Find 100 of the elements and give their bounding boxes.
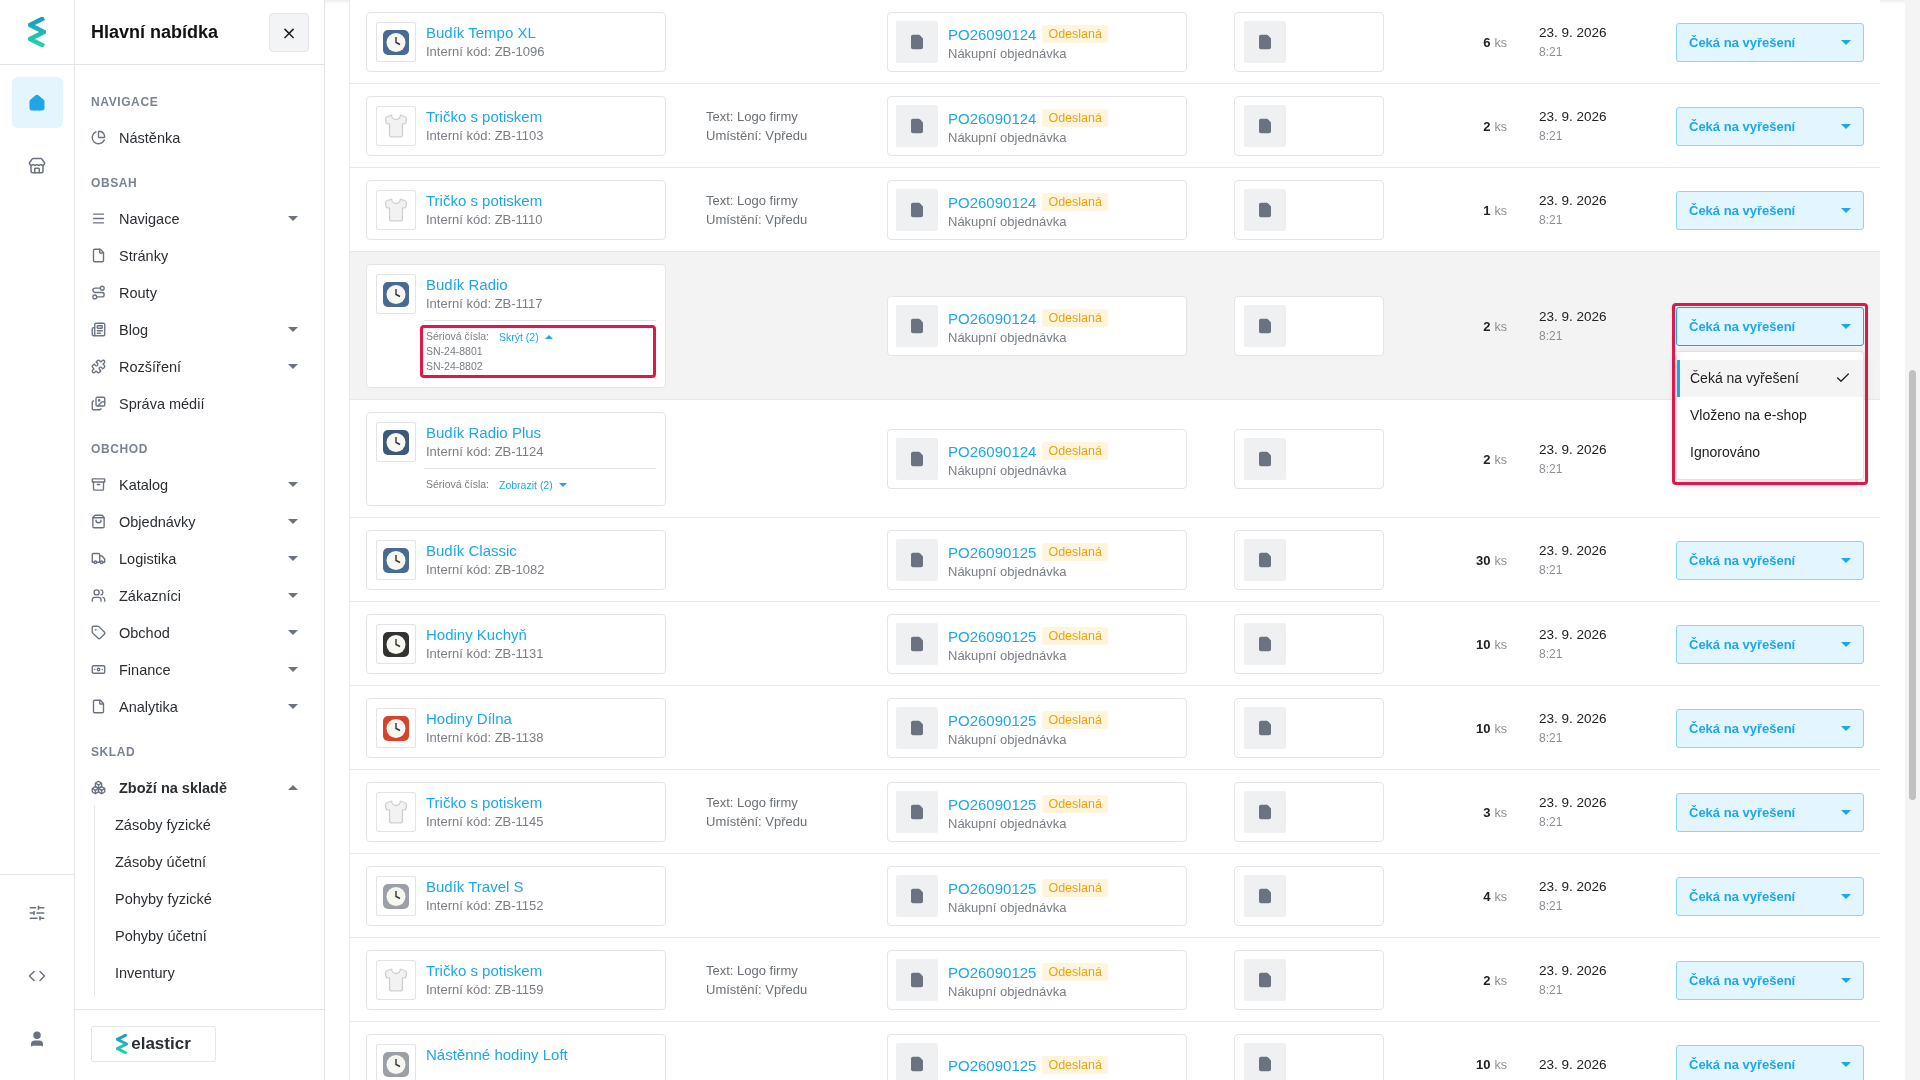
tshirt-icon — [383, 967, 409, 993]
submenu-item[interactable]: Zásoby fyzické — [115, 806, 324, 843]
product-link[interactable]: Budík Radio — [426, 276, 543, 293]
status-dropdown[interactable]: Čeká na vyřešení — [1676, 540, 1864, 580]
menu-item[interactable]: Nástěnka — [91, 119, 324, 156]
unit: ks — [1494, 1057, 1507, 1072]
unit: ks — [1494, 973, 1507, 988]
status-dropdown[interactable]: Čeká na vyřešení — [1676, 960, 1864, 1000]
tag-icon — [91, 625, 106, 640]
internal-code: Interní kód: ZB-1103 — [426, 128, 544, 143]
menu-item[interactable]: Obchod — [91, 614, 324, 651]
product-link[interactable]: Tričko s potiskem — [426, 962, 544, 979]
section-heading: SKLAD — [91, 745, 137, 759]
dropdown-option[interactable]: Čeká na vyřešení — [1677, 359, 1863, 397]
menu-item[interactable]: Navigace — [91, 200, 324, 237]
product-link[interactable]: Tričko s potiskem — [426, 794, 544, 811]
product-link[interactable]: Budík Travel S — [426, 878, 544, 895]
internal-code: Interní kód: ZB-1096 — [426, 44, 545, 59]
unit: ks — [1494, 721, 1507, 736]
order-link[interactable]: PO26090125 — [948, 795, 1037, 813]
order-link[interactable]: PO26090125 — [948, 627, 1037, 645]
product-link[interactable]: Tričko s potiskem — [426, 108, 544, 125]
menu-item[interactable]: Analytika — [91, 688, 324, 725]
order-link[interactable]: PO26090125 — [948, 711, 1037, 729]
order-link[interactable]: PO26090124 — [948, 109, 1037, 127]
menu-item[interactable]: Routy — [91, 274, 324, 311]
document-icon — [909, 720, 925, 736]
status-dropdown[interactable]: Čeká na vyřešení — [1676, 306, 1864, 346]
menu-item[interactable]: Katalog — [91, 466, 324, 503]
boxes-icon — [91, 780, 106, 795]
logo-icon — [28, 17, 46, 47]
status-dropdown[interactable]: Čeká na vyřešení — [1676, 22, 1864, 62]
product-link[interactable]: Hodiny Dílna — [426, 710, 544, 727]
product-link[interactable]: Budík Radio Plus — [426, 424, 544, 441]
product-link[interactable]: Budík Tempo XL — [426, 24, 545, 41]
status-dropdown[interactable]: Čeká na vyřešení — [1676, 106, 1864, 146]
product-link[interactable]: Budík Classic — [426, 542, 545, 559]
serials-toggle[interactable]: Skrýt (2) — [499, 330, 553, 343]
order-link[interactable]: PO26090125 — [948, 1056, 1037, 1074]
document-icon — [909, 118, 925, 134]
status-badge: Odeslaná — [1042, 1056, 1108, 1074]
order-link[interactable]: PO26090124 — [948, 25, 1037, 43]
order-link[interactable]: PO26090125 — [948, 879, 1037, 897]
dropdown-option[interactable]: Ignorováno — [1677, 433, 1863, 471]
menu-item[interactable]: Stránky — [91, 237, 324, 274]
caret-icon — [288, 327, 298, 332]
time: 8:21 — [1539, 129, 1564, 143]
order-link[interactable]: PO26090124 — [948, 442, 1037, 460]
menu-item[interactable]: Logistika — [91, 540, 324, 577]
menu-item[interactable]: Zákazníci — [91, 577, 324, 614]
quantity: 10 — [1476, 1056, 1491, 1072]
menu-item[interactable]: Rozšíření — [91, 348, 324, 385]
status-dropdown[interactable]: Čeká na vyřešení — [1676, 190, 1864, 230]
menu-item[interactable]: Finance — [91, 651, 324, 688]
quantity: 10 — [1476, 720, 1491, 736]
caret-icon — [288, 364, 298, 369]
dropdown-option[interactable]: Vloženo na e-shop — [1677, 396, 1863, 434]
submenu-item[interactable]: Inventury — [115, 954, 324, 991]
date: 23. 9. 2026 — [1539, 543, 1608, 558]
serials-toggle[interactable]: Zobrazit (2) — [499, 478, 567, 491]
order-type: Nákupní objednávka — [948, 984, 1068, 999]
document-icon — [1257, 1056, 1273, 1072]
document-icon — [1257, 552, 1273, 568]
status-dropdown[interactable]: Čeká na vyřešení — [1676, 876, 1864, 916]
submenu-item[interactable]: Zásoby účetní — [115, 843, 324, 880]
menu-item[interactable]: Zboží na skladě — [91, 769, 324, 806]
status-badge: Odeslaná — [1042, 309, 1108, 327]
order-link[interactable]: PO26090124 — [948, 193, 1037, 211]
serials-label: Sériová čísla: — [426, 477, 490, 492]
rail-button[interactable] — [11, 77, 63, 128]
menu-item[interactable]: Blog — [91, 311, 324, 348]
close-button[interactable]: × — [269, 12, 309, 52]
serial-number: SN-24-8801 — [426, 344, 484, 359]
status-dropdown[interactable]: Čeká na vyřešení — [1676, 708, 1864, 748]
time: 8:21 — [1539, 647, 1564, 661]
order-link[interactable]: PO26090125 — [948, 543, 1037, 561]
caret-icon — [288, 216, 298, 221]
order-link[interactable]: PO26090124 — [948, 309, 1037, 327]
unit: ks — [1494, 553, 1507, 568]
status-badge: Odeslaná — [1042, 711, 1108, 729]
product-link[interactable]: Nástěnné hodiny Loft — [426, 1046, 568, 1063]
quantity: 2 — [1483, 451, 1491, 467]
status-dropdown[interactable]: Čeká na vyřešení — [1676, 624, 1864, 664]
submenu-item[interactable]: Pohyby účetní — [115, 917, 324, 954]
status-dropdown[interactable]: Čeká na vyřešení — [1676, 1044, 1864, 1080]
scrollbar-thumb[interactable] — [1909, 370, 1916, 800]
status-dropdown[interactable]: Čeká na vyřešení — [1676, 792, 1864, 832]
quantity: 2 — [1483, 318, 1491, 334]
brand-button[interactable]: elasticr — [91, 1026, 216, 1062]
product-link[interactable]: Hodiny Kuchyň — [426, 626, 544, 643]
caret-icon — [288, 785, 298, 790]
attribute-text: Text: Logo firmy — [706, 193, 799, 208]
order-link[interactable]: PO26090125 — [948, 963, 1037, 981]
menu-item[interactable]: Správa médií — [91, 385, 324, 422]
product-link[interactable]: Tričko s potiskem — [426, 192, 543, 209]
internal-code: Interní kód: ZB-1124 — [426, 444, 544, 459]
submenu-item[interactable]: Pohyby fyzické — [115, 880, 324, 917]
users-icon — [91, 588, 106, 603]
menu-item[interactable]: Objednávky — [91, 503, 324, 540]
scrollbar[interactable] — [1905, 0, 1920, 1080]
